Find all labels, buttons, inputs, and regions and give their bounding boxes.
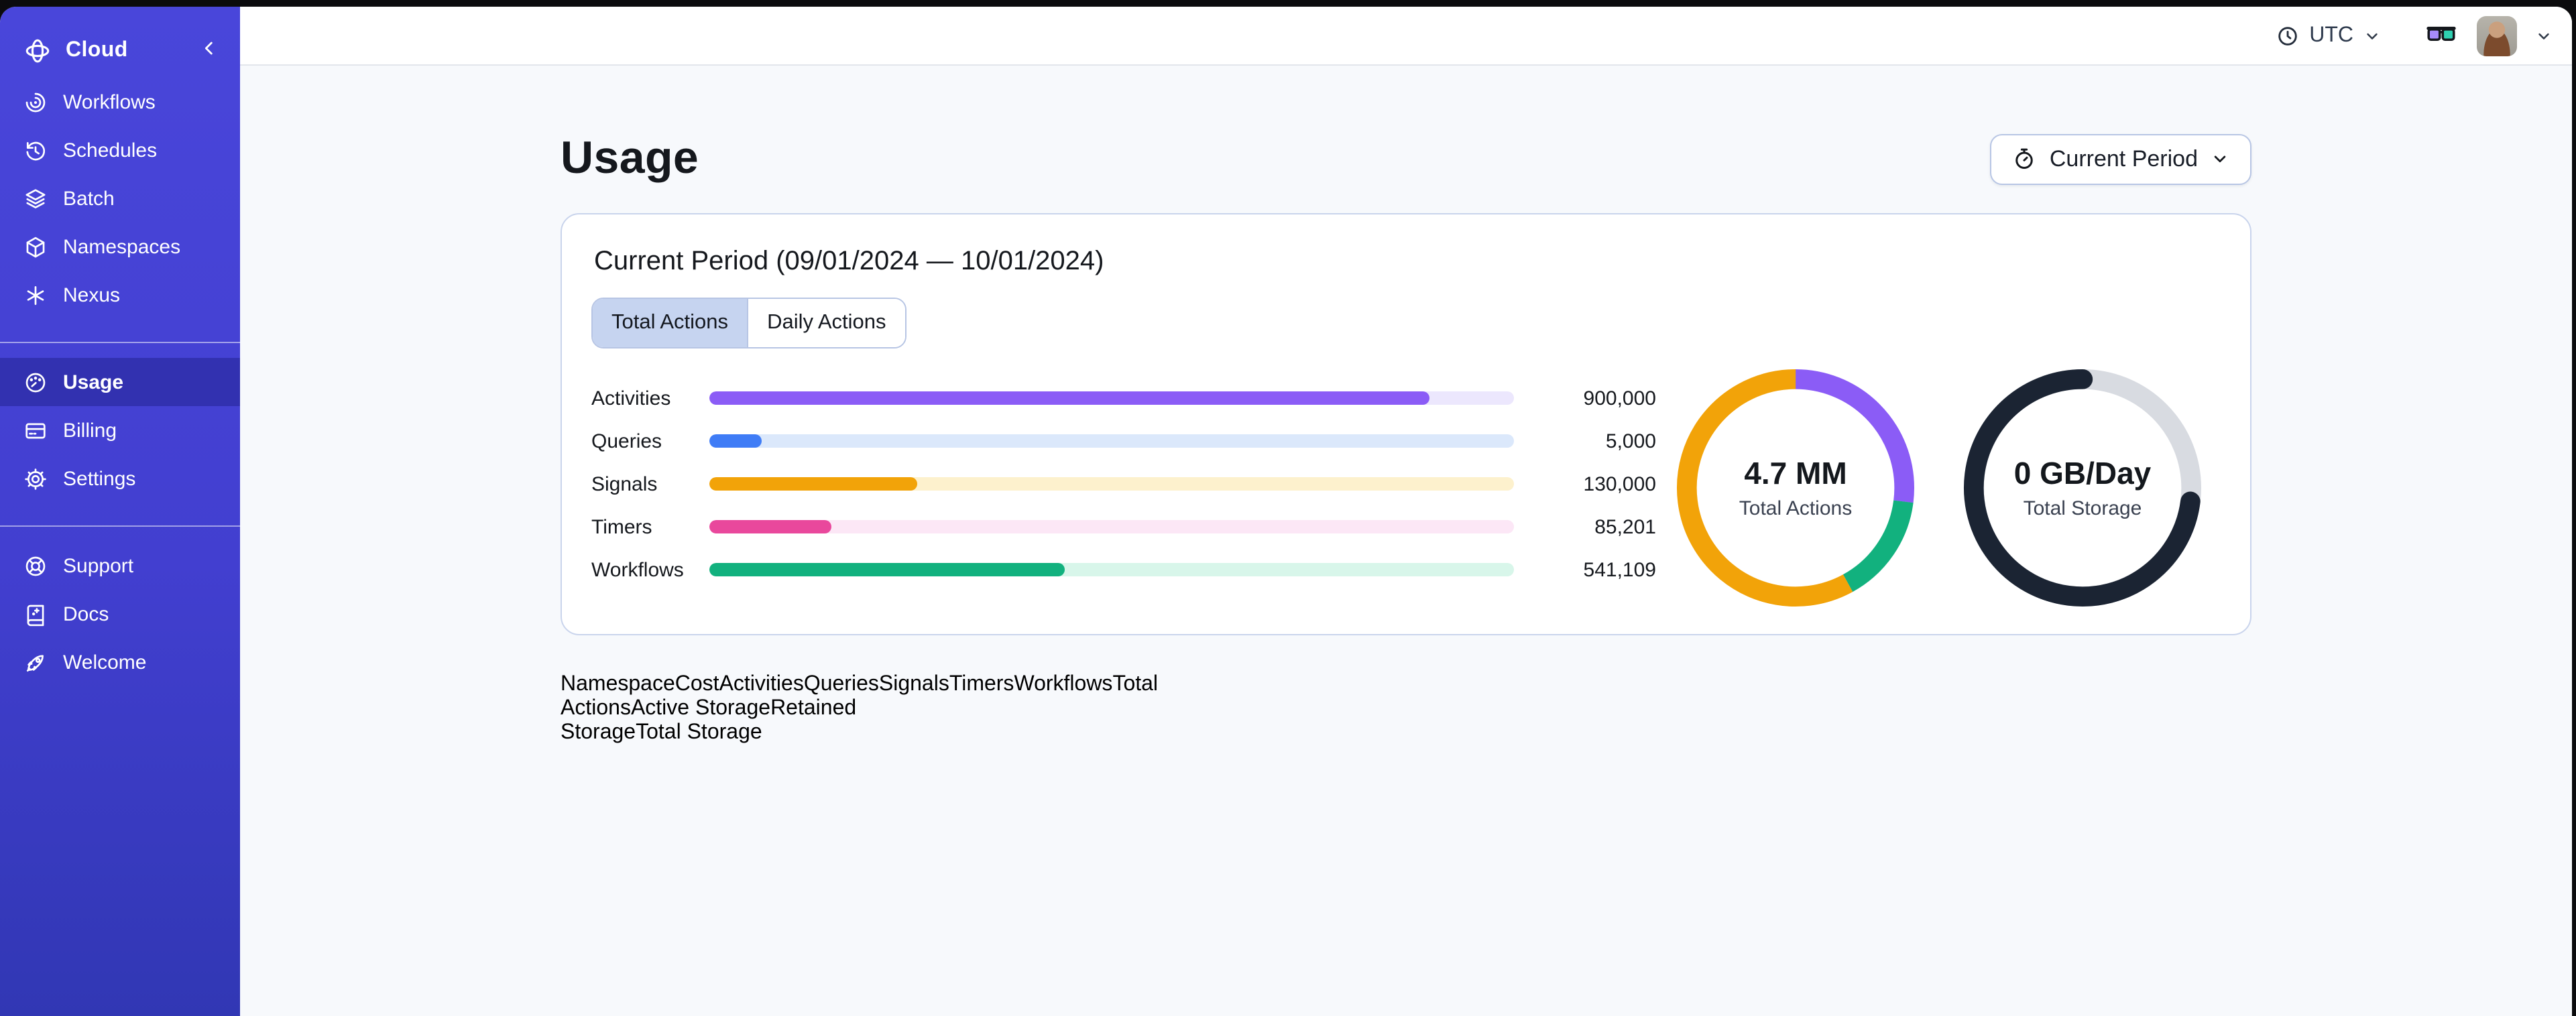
period-button-label: Current Period: [2049, 145, 2198, 171]
tab-total-actions[interactable]: Total Actions: [593, 299, 748, 347]
bar-track: [709, 434, 1514, 448]
bar-label: Workflows: [591, 558, 684, 581]
sidebar-item-label: Batch: [63, 187, 115, 210]
nexus-asterisk-icon: [23, 282, 48, 308]
bar-track: [709, 520, 1514, 533]
sidebar-item-usage[interactable]: Usage: [0, 358, 240, 406]
bar-label: Queries: [591, 430, 662, 452]
sidebar-item-label: Schedules: [63, 139, 158, 162]
bar-row-workflows: Workflows 541,109: [591, 552, 1675, 587]
sidebar-item-label: Support: [63, 554, 134, 577]
bar-row-queries: Queries 5,000: [591, 424, 1675, 458]
sidebar-item-label: Settings: [63, 467, 136, 490]
bar-value: 130,000: [1583, 472, 1656, 495]
topbar: UTC: [240, 7, 2572, 66]
donut-label: Total Storage: [2023, 497, 2142, 520]
sidebar-item-settings[interactable]: Settings: [0, 454, 240, 503]
actions-view-tabs: Total Actions Daily Actions: [591, 298, 906, 348]
namespace-usage-table: NamespaceCostActivitiesQueriesSignalsTim…: [561, 673, 2251, 745]
sidebar-item-label: Welcome: [63, 651, 147, 674]
bar-value: 5,000: [1605, 430, 1656, 452]
bar-track: [709, 563, 1514, 576]
sidebar-nav: Workflows Schedules Batch Namespaces Nexus Us…: [0, 78, 240, 686]
usage-summary-card: Current Period (09/01/2024 — 10/01/2024)…: [561, 213, 2251, 635]
bar-row-timers: Timers 85,201: [591, 509, 1675, 544]
bar-label: Activities: [591, 387, 671, 409]
chevron-down-icon: [2363, 26, 2382, 45]
workflows-icon: [23, 89, 48, 115]
batch-layers-icon: [23, 186, 48, 211]
sidebar-item-label: Docs: [63, 602, 109, 625]
table-header-row: NamespaceCostActivitiesQueriesSignalsTim…: [561, 673, 1159, 744]
bar-fill: [709, 520, 831, 533]
sidebar-item-support[interactable]: Support: [0, 542, 240, 590]
page: Cloud Workflows Schedules Batch Namespaces N…: [0, 0, 2576, 1016]
donut-value: 0 GB/Day: [2013, 456, 2152, 491]
reader-glasses-icon[interactable]: [2424, 19, 2458, 52]
tab-daily-actions[interactable]: Daily Actions: [747, 299, 905, 347]
bar-label: Timers: [591, 515, 652, 538]
action-bars-chart: Activities 900,000 Queries 5,000 Signals 130,…: [591, 381, 1675, 595]
bar-track: [709, 391, 1514, 405]
content: Usage Current Period Current Period (09/…: [240, 66, 2572, 1016]
usage-gauge-icon: [23, 369, 48, 395]
temporal-logo-icon: [23, 36, 52, 66]
sidebar-item-welcome[interactable]: Welcome: [0, 638, 240, 686]
timezone-selector[interactable]: UTC: [2276, 23, 2382, 48]
sidebar-item-label: Namespaces: [63, 235, 181, 258]
welcome-rocket-icon: [23, 649, 48, 675]
bar-fill: [709, 434, 762, 448]
sidebar-item-namespaces[interactable]: Namespaces: [0, 223, 240, 271]
donut-charts: 4.7 MM Total Actions 0 GB/Day Total Storage: [1676, 369, 2202, 607]
bar-value: 85,201: [1594, 515, 1656, 538]
bar-value: 900,000: [1583, 387, 1656, 409]
period-select-button[interactable]: Current Period: [1990, 133, 2251, 184]
bar-row-signals: Signals 130,000: [591, 466, 1675, 501]
timezone-label: UTC: [2309, 23, 2353, 46]
namespaces-cube-icon: [23, 234, 48, 259]
sidebar-item-label: Usage: [63, 371, 124, 393]
sidebar-item-nexus[interactable]: Nexus: [0, 271, 240, 319]
sidebar-brand[interactable]: Cloud: [0, 24, 240, 78]
sidebar-item-workflows[interactable]: Workflows: [0, 78, 240, 126]
main-area: UTC Usage Current Period Current Period …: [240, 7, 2572, 1016]
bar-fill: [709, 563, 1065, 576]
bar-track: [709, 477, 1514, 491]
sidebar-item-label: Nexus: [63, 283, 121, 306]
brand-label: Cloud: [66, 39, 128, 62]
card-title: Current Period (09/01/2024 — 10/01/2024): [594, 247, 1104, 276]
sidebar-divider: [0, 342, 240, 343]
bar-label: Signals: [591, 472, 658, 495]
bar-row-activities: Activities 900,000: [591, 381, 1675, 416]
chevron-down-icon: [2210, 149, 2230, 169]
docs-book-icon: [23, 601, 48, 627]
app-window: Cloud Workflows Schedules Batch Namespaces N…: [0, 7, 2572, 1016]
donut-value: 4.7 MM: [1744, 456, 1847, 491]
donut-total-storage: 0 GB/Day Total Storage: [1963, 369, 2202, 607]
sidebar-collapse-button[interactable]: [197, 39, 221, 63]
settings-gear-icon: [23, 466, 48, 491]
page-title: Usage: [561, 133, 699, 184]
billing-card-icon: [23, 418, 48, 443]
bar-fill: [709, 391, 1429, 405]
bar-value: 541,109: [1583, 558, 1656, 581]
sidebar-item-docs[interactable]: Docs: [0, 590, 240, 638]
chevron-left-icon: [198, 37, 220, 65]
stopwatch-icon: [2012, 146, 2038, 172]
schedules-icon: [23, 137, 48, 163]
sidebar-item-billing[interactable]: Billing: [0, 406, 240, 454]
clock-icon: [2276, 23, 2300, 48]
donut-label: Total Actions: [1739, 497, 1853, 520]
support-lifering-icon: [23, 553, 48, 578]
sidebar-item-label: Workflows: [63, 90, 156, 113]
donut-total-actions: 4.7 MM Total Actions: [1676, 369, 1915, 607]
sidebar-divider: [0, 525, 240, 527]
sidebar: Cloud Workflows Schedules Batch Namespaces N…: [0, 7, 240, 1016]
sidebar-item-label: Billing: [63, 419, 117, 442]
user-menu-chevron-down-icon[interactable]: [2534, 26, 2553, 45]
sidebar-item-schedules[interactable]: Schedules: [0, 126, 240, 174]
avatar[interactable]: [2477, 15, 2517, 56]
sidebar-item-batch[interactable]: Batch: [0, 174, 240, 223]
bar-fill: [709, 477, 918, 491]
